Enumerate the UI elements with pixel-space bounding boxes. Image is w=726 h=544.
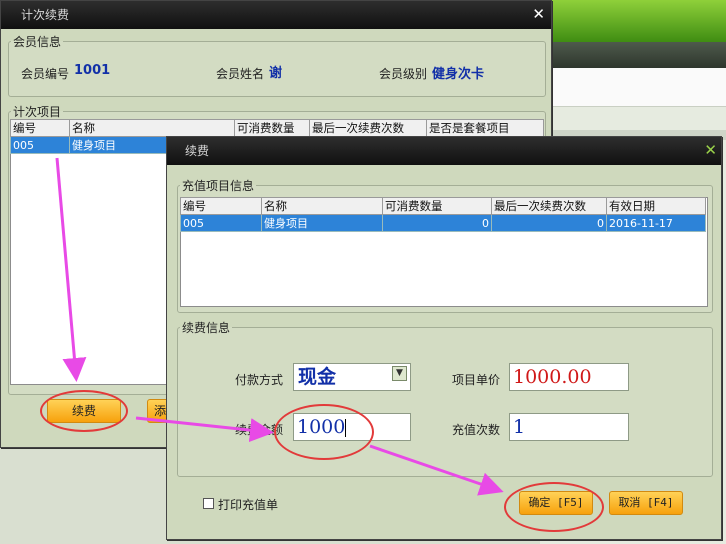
- column-header[interactable]: 最后一次续费次数: [491, 197, 607, 215]
- dialog-title: 续费: [185, 144, 210, 158]
- print-receipt-checkbox[interactable]: [203, 498, 214, 509]
- background-app-panel: [540, 68, 726, 107]
- pay-method-label: 付款方式: [235, 373, 284, 387]
- cancel-button[interactable]: 取消 [F4]: [609, 491, 683, 515]
- table-header-row: 编号 名称 可消费数量 最后一次续费次数 有效日期: [180, 197, 706, 215]
- pay-method-select[interactable]: 现金 ▼: [293, 363, 411, 391]
- renew-info-legend: 续费信息: [182, 321, 231, 335]
- member-name-label: 会员姓名: [216, 67, 265, 81]
- renew-dialog: 续费 ✕ 充值项目信息 编号 名称 可消费数量 最后一次续费次数 有效日期 00…: [166, 136, 722, 540]
- member-level-label: 会员级别: [379, 67, 428, 81]
- renew-amount-label: 续费金额: [235, 423, 284, 437]
- member-id-label: 会员编号: [21, 67, 70, 81]
- renew-button[interactable]: 续费: [47, 399, 121, 423]
- background-app-toolbar: [540, 42, 726, 68]
- column-header[interactable]: 名称: [261, 197, 383, 215]
- table-cell: 健身项目: [261, 214, 383, 232]
- renew-amount-value: 1000: [297, 416, 346, 438]
- count-items-legend: 计次项目: [13, 105, 62, 119]
- unit-price-label: 项目单价: [452, 373, 501, 387]
- close-icon[interactable]: ✕: [532, 1, 545, 27]
- recharge-count-field[interactable]: 1: [509, 413, 629, 441]
- count-renewal-titlebar[interactable]: 计次续费 ✕: [1, 1, 551, 29]
- chevron-down-icon[interactable]: ▼: [392, 366, 407, 381]
- recharge-count-label: 充值次数: [452, 423, 501, 437]
- table-cell: 005: [10, 136, 70, 154]
- renew-dialog-titlebar[interactable]: 续费 ✕: [167, 137, 721, 165]
- close-icon[interactable]: ✕: [704, 137, 717, 163]
- background-app-header: [540, 0, 726, 42]
- recharge-items-legend: 充值项目信息: [182, 179, 255, 193]
- renew-info-group: 续费信息: [177, 319, 713, 477]
- print-receipt-label: 打印充值单: [218, 498, 279, 512]
- column-header[interactable]: 可消费数量: [234, 119, 310, 137]
- table-cell: 005: [180, 214, 262, 232]
- member-name-value: 谢: [269, 66, 283, 81]
- column-header[interactable]: 可消费数量: [382, 197, 492, 215]
- column-header[interactable]: 编号: [180, 197, 262, 215]
- table-header-row: 编号 名称 可消费数量 最后一次续费次数 是否是套餐项目: [10, 119, 544, 137]
- column-header[interactable]: 编号: [10, 119, 70, 137]
- unit-price-field[interactable]: 1000.00: [509, 363, 629, 391]
- table-row[interactable]: 005 健身项目 0 0 2016-11-17: [180, 214, 706, 232]
- recharge-items-table: 编号 名称 可消费数量 最后一次续费次数 有效日期 005 健身项目 0 0 2…: [180, 197, 706, 232]
- table-cell: 0: [382, 214, 492, 232]
- member-info-legend: 会员信息: [13, 35, 62, 49]
- window-title: 计次续费: [21, 8, 70, 22]
- confirm-button[interactable]: 确定 [F5]: [519, 491, 593, 515]
- column-header[interactable]: 有效日期: [606, 197, 706, 215]
- text-cursor: [345, 419, 347, 437]
- pay-method-value: 现金: [298, 366, 337, 388]
- member-id-value: 1001: [74, 63, 111, 78]
- column-header[interactable]: 最后一次续费次数: [309, 119, 427, 137]
- column-header[interactable]: 是否是套餐项目: [426, 119, 544, 137]
- renew-amount-field[interactable]: 1000: [293, 413, 411, 441]
- column-header[interactable]: 名称: [69, 119, 235, 137]
- table-cell: 2016-11-17: [606, 214, 706, 232]
- table-cell: 0: [491, 214, 607, 232]
- member-level-value: 健身次卡: [432, 67, 485, 82]
